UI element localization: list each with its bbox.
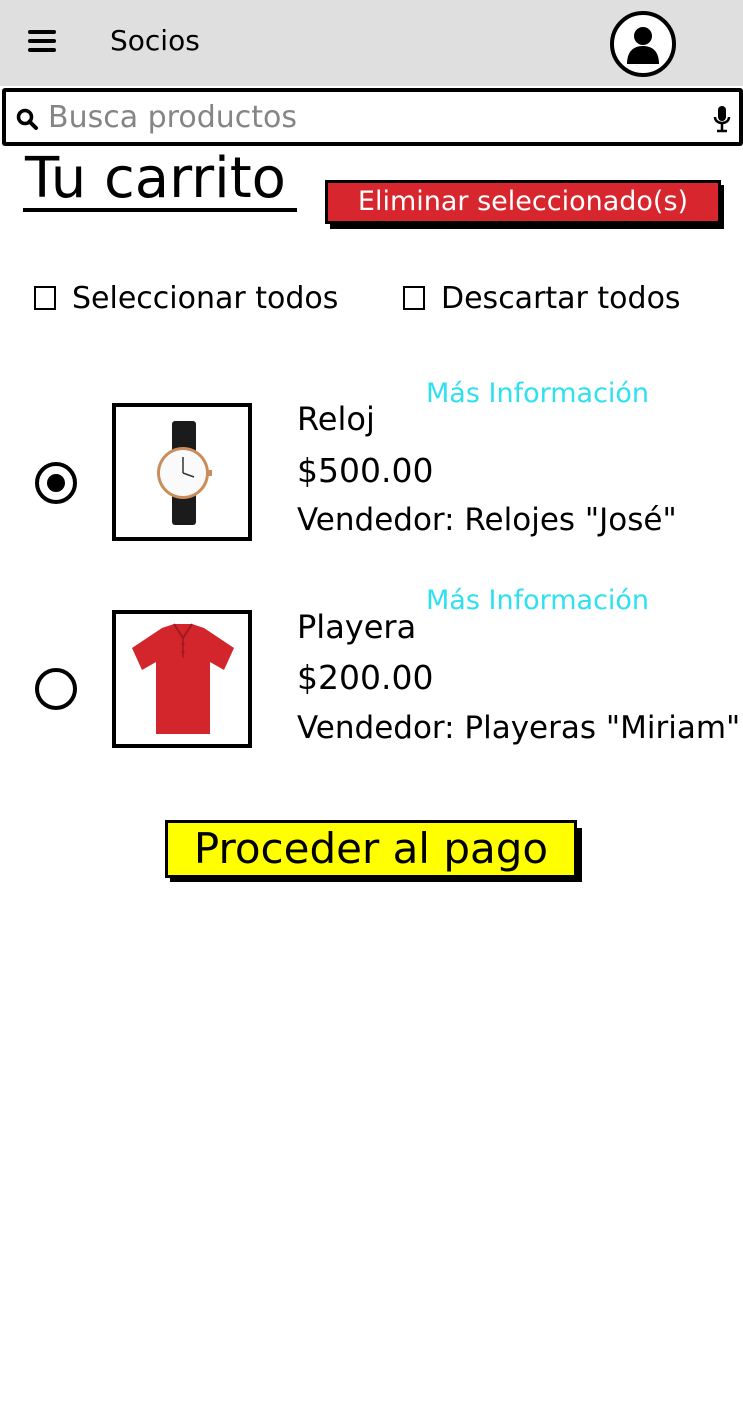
more-info-link[interactable]: Más Información xyxy=(426,378,649,409)
item-price: $200.00 xyxy=(297,658,434,697)
hamburger-menu-icon[interactable] xyxy=(28,30,58,54)
microphone-icon[interactable] xyxy=(713,105,731,133)
discard-all-label: Descartar todos xyxy=(441,280,681,316)
radio-selected-dot xyxy=(47,474,65,492)
title-underline xyxy=(23,208,297,212)
red-polo-shirt-image xyxy=(112,610,252,748)
checkbox-box[interactable] xyxy=(403,286,425,310)
user-avatar-icon[interactable] xyxy=(610,11,676,77)
top-app-bar: Socios xyxy=(0,0,743,86)
item-price: $500.00 xyxy=(297,451,434,490)
select-all-checkbox[interactable]: Seleccionar todos xyxy=(34,278,338,318)
proceed-to-payment-button[interactable]: Proceder al pago xyxy=(165,820,577,878)
discard-all-checkbox[interactable]: Descartar todos xyxy=(403,278,681,318)
select-all-label: Seleccionar todos xyxy=(72,280,339,316)
item-name: Playera xyxy=(297,608,417,646)
more-info-link[interactable]: Más Información xyxy=(426,585,649,616)
item-seller: Vendedor: Relojes "José" xyxy=(297,502,677,538)
search-icon xyxy=(16,108,38,130)
item-seller: Vendedor: Playeras "Miriam" xyxy=(297,710,741,746)
page-title: Tu carrito xyxy=(25,146,286,211)
item-name: Reloj xyxy=(297,400,375,438)
item-select-radio[interactable] xyxy=(35,668,77,710)
search-bar xyxy=(2,88,743,146)
delete-selected-button[interactable]: Eliminar seleccionado(s) xyxy=(325,180,721,224)
wristwatch-image xyxy=(112,403,252,541)
checkbox-box[interactable] xyxy=(34,286,56,310)
search-input[interactable] xyxy=(48,96,688,138)
item-select-radio[interactable] xyxy=(35,462,77,504)
app-title: Socios xyxy=(110,24,200,57)
